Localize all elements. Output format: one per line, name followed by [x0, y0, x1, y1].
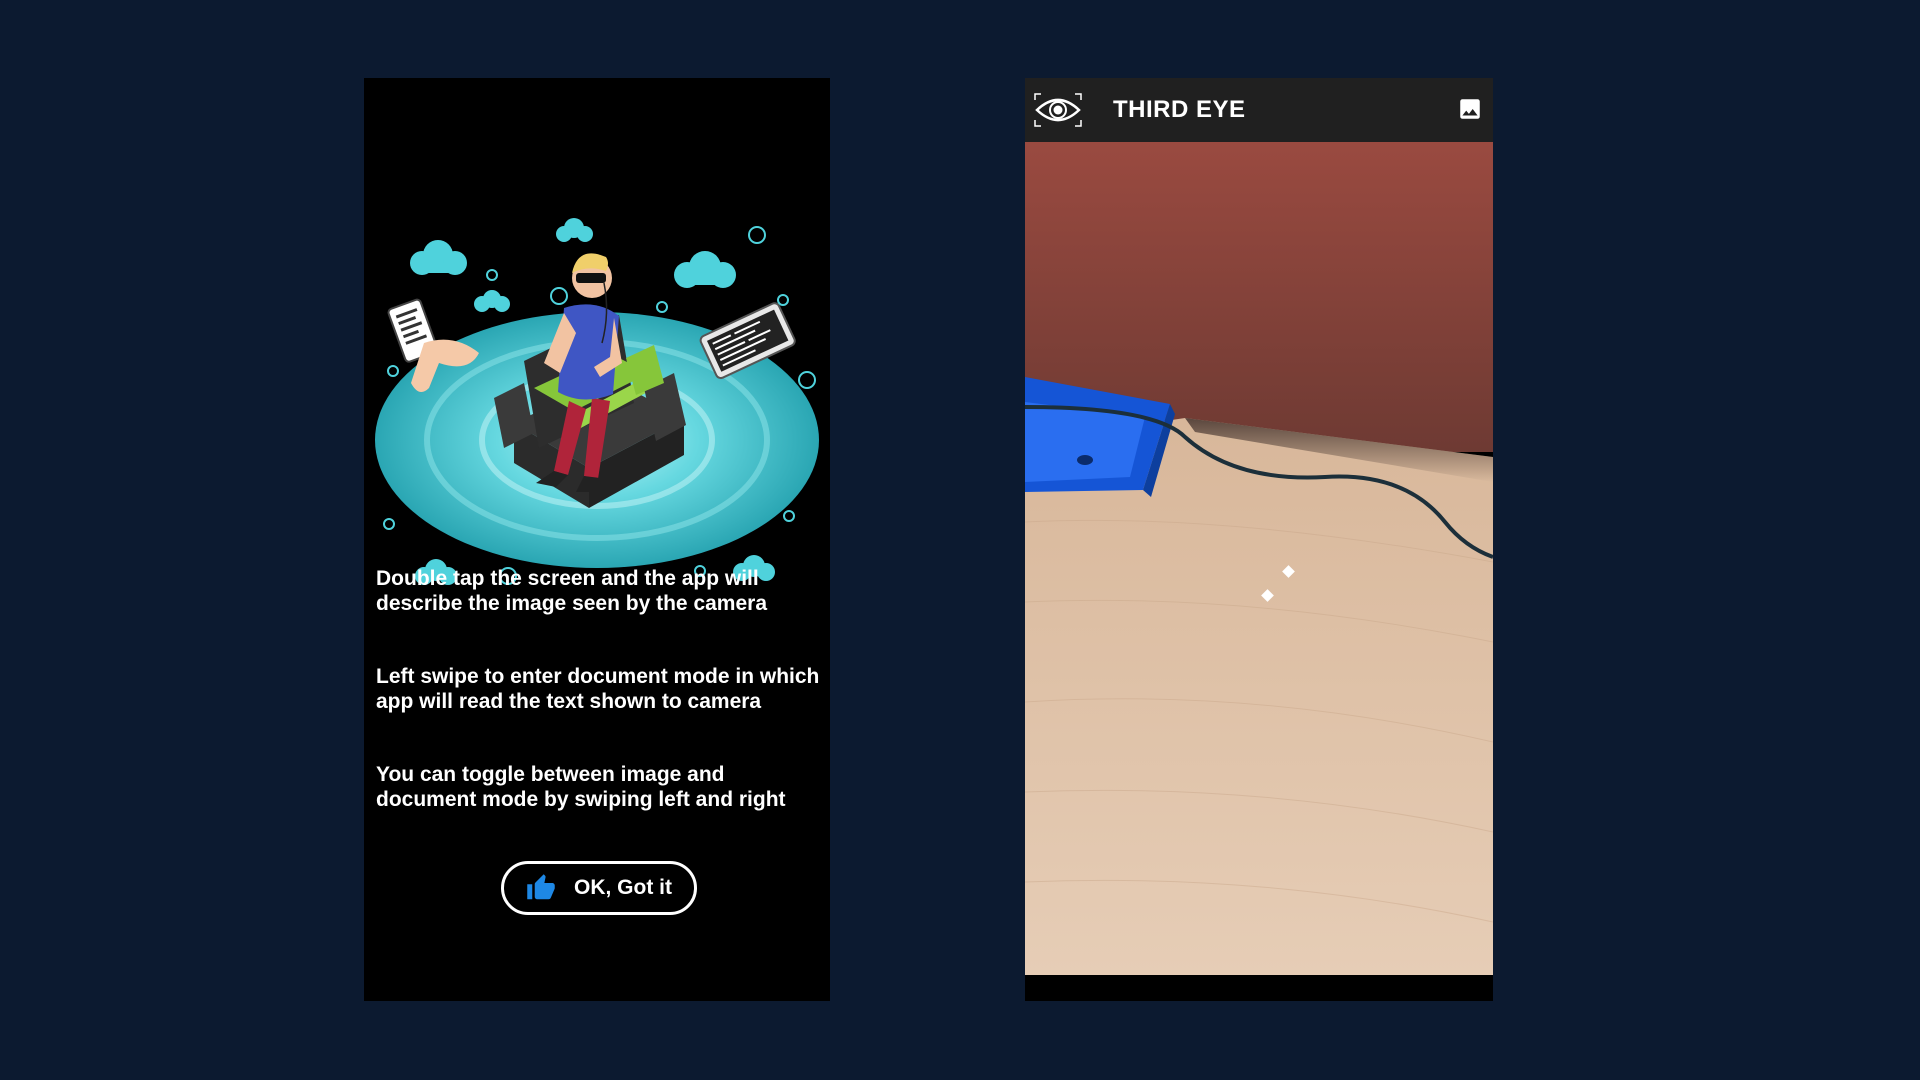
- onboarding-illustration: [375, 218, 819, 585]
- gallery-icon[interactable]: [1457, 96, 1483, 122]
- instructions: Double tap the screen and the app will d…: [376, 566, 826, 860]
- bottom-bar: [1025, 975, 1493, 1001]
- eye-icon: [1034, 93, 1082, 127]
- ok-got-it-button[interactable]: OK, Got it: [501, 861, 697, 915]
- ok-button-label: OK, Got it: [574, 876, 672, 899]
- camera-preview[interactable]: [1025, 142, 1493, 975]
- instruction-toggle-mode: You can toggle between image and documen…: [376, 763, 786, 811]
- onboarding-screen: Double tap the screen and the app will d…: [364, 78, 830, 1001]
- app-bar: THIRD EYE: [1025, 78, 1493, 142]
- thumbs-up-icon: [527, 874, 555, 900]
- app-title: THIRD EYE: [1113, 96, 1246, 123]
- instruction-left-swipe: Left swipe to enter document mode in whi…: [376, 665, 820, 713]
- camera-screen: THIRD EYE: [1025, 78, 1493, 1001]
- instruction-double-tap: Double tap the screen and the app will d…: [376, 567, 768, 615]
